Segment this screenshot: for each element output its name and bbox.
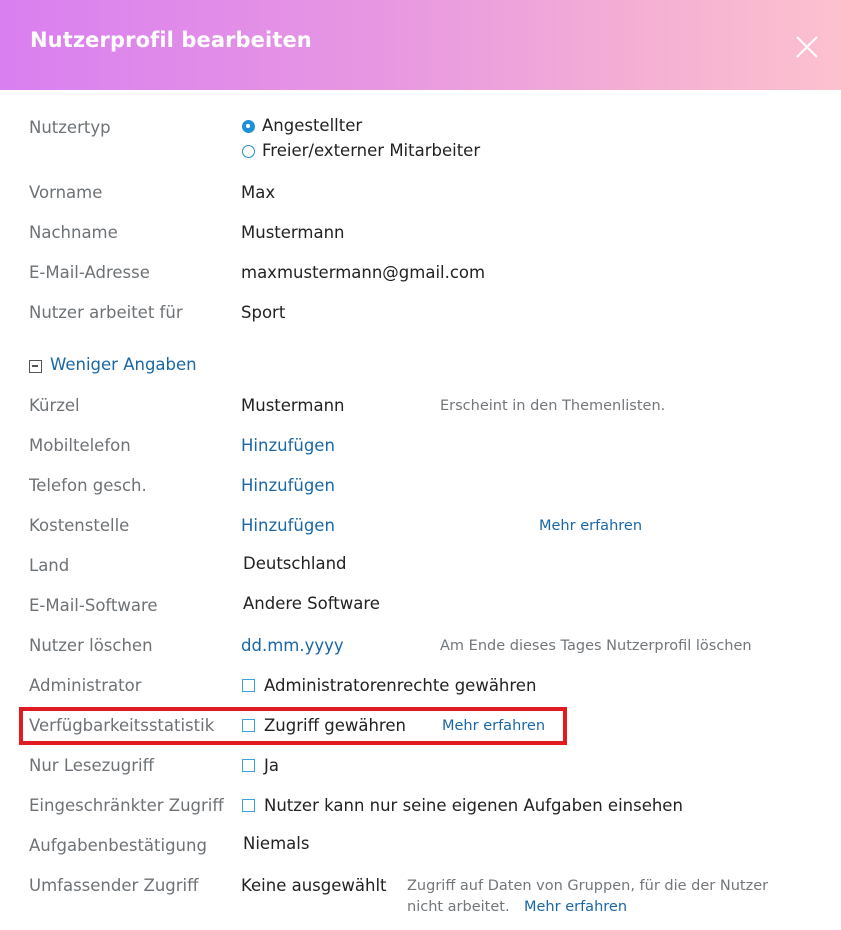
telefon-add-link[interactable]: Hinzufügen <box>241 476 335 495</box>
label-arbeitet-fuer: Nutzer arbeitet für <box>29 303 183 322</box>
kostenstelle-mehr-erfahren-link[interactable]: Mehr erfahren <box>539 518 642 534</box>
label-nachname: Nachname <box>29 223 118 242</box>
label-administrator: Administrator <box>29 676 142 695</box>
label-nutzer-loeschen: Nutzer löschen <box>29 636 153 655</box>
close-icon <box>796 36 818 58</box>
label-nutzertyp: Nutzertyp <box>29 118 111 137</box>
label-kuerzel: Kürzel <box>29 396 80 415</box>
collapse-icon[interactable] <box>29 360 42 373</box>
kostenstelle-add-link[interactable]: Hinzufügen <box>241 516 335 535</box>
umfassend-mehr-erfahren-link[interactable]: Mehr erfahren <box>524 899 627 915</box>
label-land: Land <box>29 556 70 575</box>
dialog-title: Nutzerprofil bearbeiten <box>30 28 312 52</box>
umfassend-hint-line2: nicht arbeitet. <box>407 899 510 915</box>
label-verfuegbarkeitsstatistik: Verfügbarkeitsstatistik <box>29 716 215 735</box>
label-eingeschraenkter-zugriff: Eingeschränkter Zugriff <box>29 796 224 815</box>
admin-checkbox[interactable] <box>242 679 255 692</box>
aufgabenbestaetigung-select[interactable]: Niemals <box>243 834 309 853</box>
radio-freier-mitarbeiter[interactable] <box>242 145 255 158</box>
label-email: E-Mail-Adresse <box>29 263 150 282</box>
eingeschraenkt-checkbox-label[interactable]: Nutzer kann nur seine eigenen Aufgaben e… <box>264 796 683 815</box>
kuerzel-hint: Erscheint in den Themenlisten. <box>440 398 666 414</box>
nachname-field[interactable]: Mustermann <box>241 223 345 242</box>
verfuegbarkeit-mehr-erfahren-link[interactable]: Mehr erfahren <box>442 718 545 734</box>
eingeschraenkt-checkbox[interactable] <box>242 799 255 812</box>
mobiltelefon-add-link[interactable]: Hinzufügen <box>241 436 335 455</box>
umfassend-hint-line1: Zugriff auf Daten von Gruppen, für die d… <box>407 878 769 894</box>
label-umfassender-zugriff: Umfassender Zugriff <box>29 876 199 895</box>
label-vorname: Vorname <box>29 183 103 202</box>
lesezugriff-checkbox[interactable] <box>242 759 255 772</box>
label-email-software: E-Mail-Software <box>29 596 158 615</box>
admin-checkbox-label[interactable]: Administratorenrechte gewähren <box>264 676 536 695</box>
weniger-angaben-link[interactable]: Weniger Angaben <box>50 355 197 374</box>
email-software-select[interactable]: Andere Software <box>243 594 380 613</box>
land-select[interactable]: Deutschland <box>243 554 347 573</box>
radio-angestellter[interactable] <box>242 120 255 133</box>
radio-label-freier-mitarbeiter[interactable]: Freier/externer Mitarbeiter <box>262 141 480 160</box>
radio-label-angestellter[interactable]: Angestellter <box>262 116 362 135</box>
arbeitet-fuer-field[interactable]: Sport <box>241 303 285 322</box>
email-field[interactable]: maxmustermann@gmail.com <box>241 263 485 282</box>
kuerzel-field[interactable]: Mustermann <box>241 396 345 415</box>
verfuegbarkeit-checkbox[interactable] <box>242 719 255 732</box>
vorname-field[interactable]: Max <box>241 183 275 202</box>
label-telefon: Telefon gesch. <box>29 476 147 495</box>
label-kostenstelle: Kostenstelle <box>29 516 130 535</box>
label-mobiltelefon: Mobiltelefon <box>29 436 131 455</box>
label-nur-lesezugriff: Nur Lesezugriff <box>29 756 154 775</box>
umfassender-zugriff-select[interactable]: Keine ausgewählt <box>241 876 387 895</box>
close-button[interactable] <box>792 32 822 62</box>
loeschen-date-input[interactable]: dd.mm.yyyy <box>241 636 344 655</box>
dialog-header: Nutzerprofil bearbeiten <box>0 0 841 90</box>
label-aufgabenbestaetigung: Aufgabenbestätigung <box>29 836 207 855</box>
loeschen-hint: Am Ende dieses Tages Nutzerprofil lösche… <box>440 638 752 654</box>
lesezugriff-checkbox-label[interactable]: Ja <box>264 756 279 775</box>
verfuegbarkeit-checkbox-label[interactable]: Zugriff gewähren <box>264 716 406 735</box>
